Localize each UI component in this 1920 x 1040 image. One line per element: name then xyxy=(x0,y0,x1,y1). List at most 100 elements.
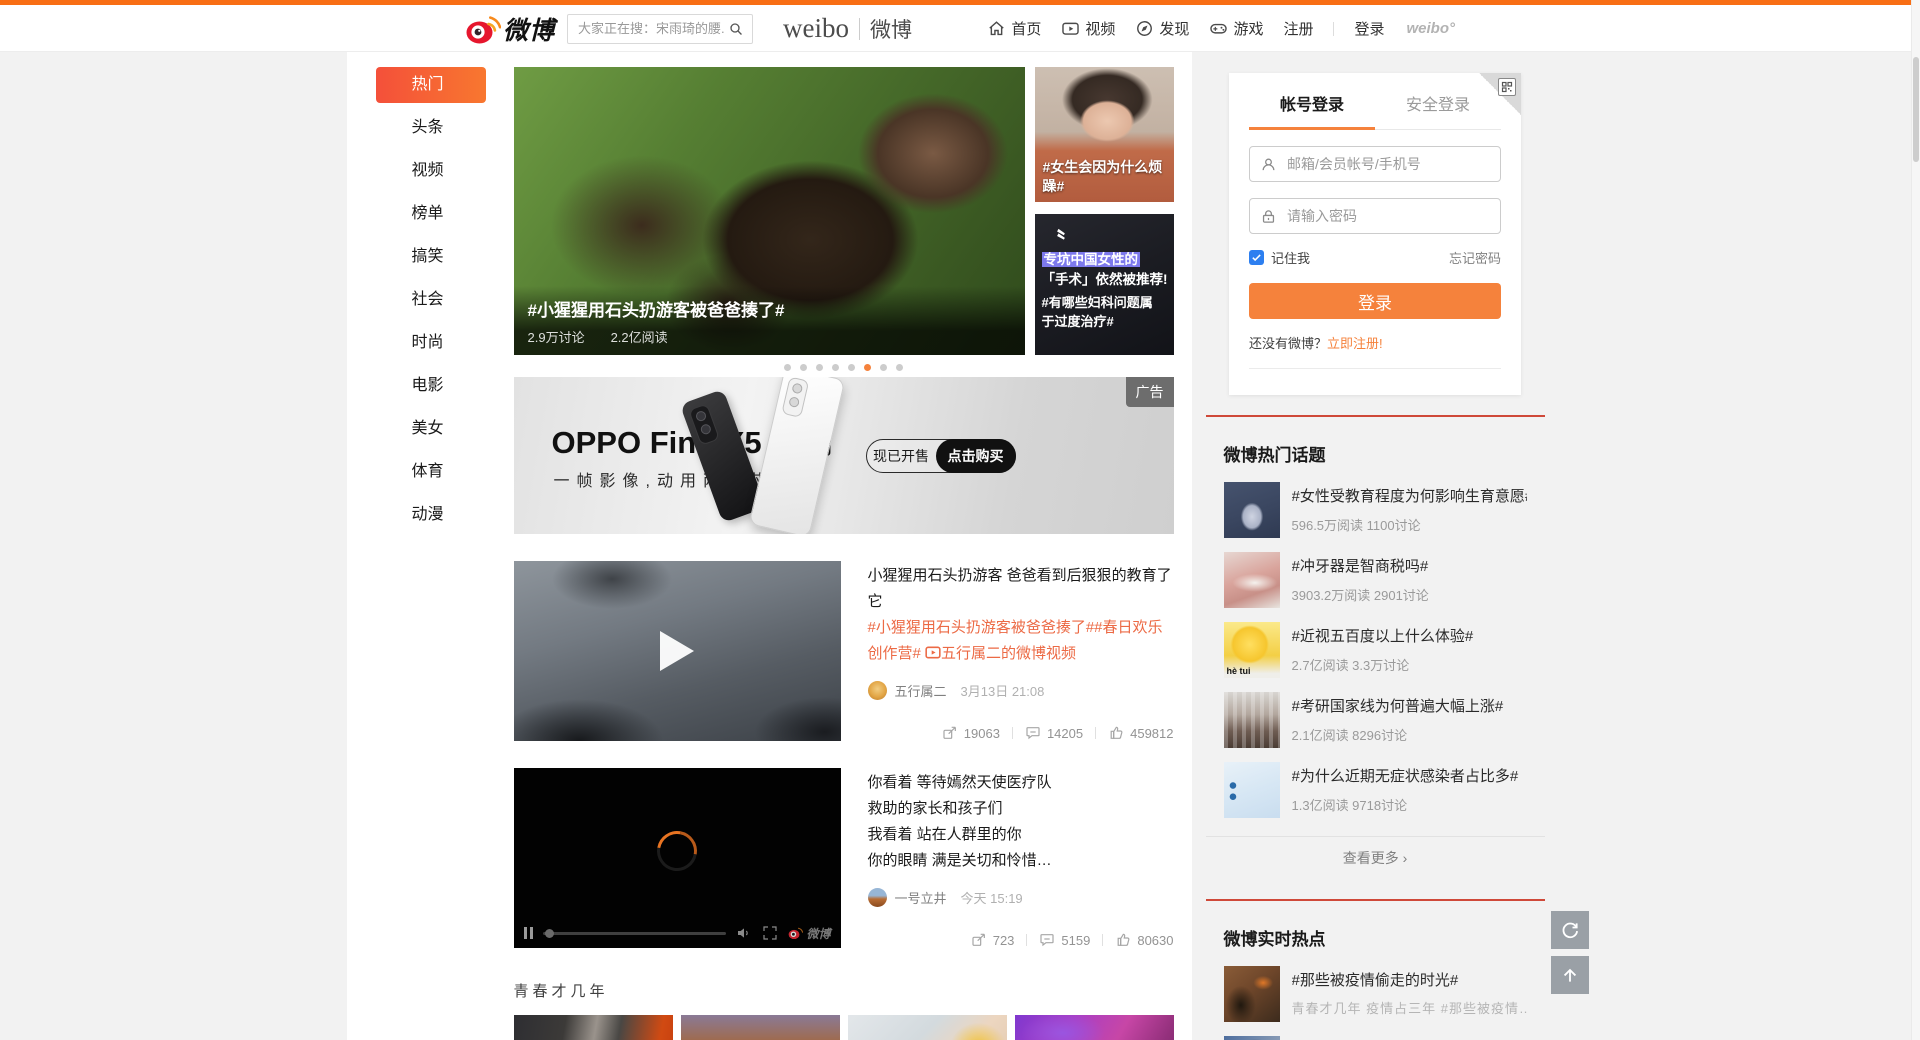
refresh-button[interactable] xyxy=(1551,911,1589,949)
topic-title[interactable]: #近视五百度以上什么体验# xyxy=(1292,625,1527,646)
carousel-dot[interactable] xyxy=(848,364,855,371)
ad-buy-button[interactable]: 点击购买 xyxy=(936,439,1016,473)
hot-topic-item-4[interactable]: #考研国家线为何普遍大幅上涨# 2.1亿阅读 8296讨论 xyxy=(1206,692,1545,748)
carousel-dot[interactable] xyxy=(832,364,839,371)
carousel-dot[interactable] xyxy=(880,364,887,371)
register-link[interactable]: 注册 xyxy=(1283,18,1313,39)
post-image[interactable] xyxy=(681,1015,840,1040)
sidebar-item-funny[interactable]: 搞笑 xyxy=(376,239,486,275)
fullscreen-icon[interactable] xyxy=(762,925,778,941)
nav-item-home[interactable]: 首页 xyxy=(987,18,1041,39)
search-input[interactable] xyxy=(568,21,728,36)
realtime-item-1[interactable]: #那些被疫情偷走的时光# 青春才几年 疫情占三年 #那些被疫情… xyxy=(1206,966,1545,1022)
account-field[interactable] xyxy=(1249,146,1501,182)
comment-stat[interactable]: 5159 xyxy=(1039,932,1090,948)
video-thumbnail-1[interactable] xyxy=(514,561,841,741)
carousel-dot[interactable] xyxy=(800,364,807,371)
login-link[interactable]: 登录 xyxy=(1354,18,1384,39)
password-field[interactable] xyxy=(1249,198,1501,234)
sidebar-item-beauty[interactable]: 美女 xyxy=(376,411,486,447)
sidebar-item-sports[interactable]: 体育 xyxy=(376,454,486,490)
like-stat[interactable]: 459812 xyxy=(1108,725,1173,741)
topic-title[interactable]: #考研国家线为何普遍大幅上涨# xyxy=(1292,695,1527,716)
post-hashtag-links[interactable]: #小猩猩用石头扔游客被爸爸揍了##春日欢乐创作营# 五行属二的微博视频 xyxy=(868,615,1174,667)
weibo-corner-brand[interactable]: weibo° xyxy=(1406,20,1455,37)
nav-label: 发现 xyxy=(1159,18,1189,39)
repost-stat[interactable]: 723 xyxy=(971,932,1015,948)
login-submit-button[interactable]: 登录 xyxy=(1249,283,1501,319)
account-input[interactable] xyxy=(1287,156,1490,172)
sidebar-item-headlines[interactable]: 头条 xyxy=(376,110,486,146)
carousel-dot[interactable] xyxy=(816,364,823,371)
see-more-link[interactable]: 查看更多 › xyxy=(1206,836,1545,879)
video-icon xyxy=(1061,19,1080,38)
video-thumbnail-2[interactable]: 微博 xyxy=(514,768,841,948)
thumbs-up-icon xyxy=(1108,725,1124,741)
hot-topic-item-3[interactable]: hè tui #近视五百度以上什么体验# 2.7亿阅读 3.3万讨论 xyxy=(1206,622,1545,678)
search-box[interactable] xyxy=(567,14,753,44)
post-image[interactable] xyxy=(514,1015,673,1040)
topic-title[interactable]: #那些被疫情偷走的时光# xyxy=(1292,969,1527,990)
progress-knob[interactable] xyxy=(545,929,554,938)
tab-account-login[interactable]: 帐号登录 xyxy=(1249,91,1375,130)
carousel-main-slide[interactable]: #小猩猩用石头扔游客被爸爸揍了# 2.9万讨论 2.2亿阅读 xyxy=(514,67,1025,355)
qr-login-corner[interactable] xyxy=(1479,73,1521,115)
progress-bar[interactable] xyxy=(543,932,727,935)
carousel-dot[interactable] xyxy=(896,364,903,371)
scrollbar-thumb[interactable] xyxy=(1913,57,1919,162)
register-now-link[interactable]: 立即注册! xyxy=(1327,336,1383,351)
weibo-logo[interactable]: 微博 xyxy=(465,11,555,47)
sidebar-item-rankings[interactable]: 榜单 xyxy=(376,196,486,232)
avatar[interactable] xyxy=(868,681,887,700)
repost-stat[interactable]: 19063 xyxy=(942,725,1000,741)
post-time: 今天 15:19 xyxy=(961,888,1023,907)
remember-me-checkbox[interactable] xyxy=(1249,250,1264,265)
password-input[interactable] xyxy=(1287,208,1490,224)
carousel-side-slide-bottom[interactable]: 〝 专坑中国女性的 「手术」依然被推荐! #有哪些妇科问题属 于过度治疗# xyxy=(1035,214,1174,355)
weibo-wordmark-center: weibo 微博 xyxy=(783,13,912,44)
topic-title[interactable]: #为什么近期无症状感染者占比多# xyxy=(1292,765,1527,786)
username[interactable]: 五行属二 xyxy=(895,681,947,700)
brand-cn: 微博 xyxy=(870,14,912,44)
video-player-bar: 微博 xyxy=(514,918,841,948)
comment-stat[interactable]: 14205 xyxy=(1025,725,1083,741)
carousel-dot[interactable] xyxy=(784,364,791,371)
ad-cta-pill[interactable]: 现已开售 点击购买 xyxy=(866,439,1016,473)
hot-topic-item-1[interactable]: #女性受教育程度为何影响生育意愿# 596.5万阅读 1100讨论 xyxy=(1206,482,1545,538)
search-icon[interactable] xyxy=(728,21,744,37)
avatar[interactable] xyxy=(868,888,887,907)
volume-icon[interactable] xyxy=(736,925,752,941)
sidebar-item-movies[interactable]: 电影 xyxy=(376,368,486,404)
username[interactable]: 一号立井 xyxy=(895,888,947,907)
topic-title[interactable]: #冲牙器是智商税吗# xyxy=(1292,555,1527,576)
post-body: 小猩猩用石头扔游客 爸爸看到后狠狠的教育了它 #小猩猩用石头扔游客被爸爸揍了##… xyxy=(868,561,1174,741)
sidebar-item-fashion[interactable]: 时尚 xyxy=(376,325,486,361)
carousel-caption: #小猩猩用石头扔游客被爸爸揍了# 2.9万讨论 2.2亿阅读 xyxy=(514,286,1025,355)
sidebar-item-society[interactable]: 社会 xyxy=(376,282,486,318)
play-icon[interactable] xyxy=(660,631,694,671)
sidebar-item-hot[interactable]: 热门 xyxy=(376,67,486,103)
remember-me-label[interactable]: 记住我 xyxy=(1271,248,1310,267)
video-link-text[interactable]: 五行属二的微博视频 xyxy=(941,645,1076,662)
topic-title[interactable]: #女性受教育程度为何影响生育意愿# xyxy=(1292,485,1527,506)
nav-item-games[interactable]: 游戏 xyxy=(1209,18,1263,39)
back-to-top-button[interactable] xyxy=(1551,956,1589,994)
forgot-password-link[interactable]: 忘记密码 xyxy=(1449,248,1501,267)
nav-item-video[interactable]: 视频 xyxy=(1061,18,1115,39)
pause-button[interactable] xyxy=(524,927,533,939)
nav-item-discover[interactable]: 发现 xyxy=(1135,18,1189,39)
repost-icon xyxy=(942,725,958,741)
post-image[interactable] xyxy=(1015,1015,1174,1040)
sidebar-item-anime[interactable]: 动漫 xyxy=(376,497,486,533)
hot-topic-item-2[interactable]: #冲牙器是智商税吗# 3903.2万阅读 2901讨论 xyxy=(1206,552,1545,608)
oppo-ad-banner[interactable]: OPPO Find X5 系列 一帧影像,动用两块芯片 现已开售 点击购买 广告 xyxy=(514,377,1174,534)
realtime-item-2[interactable]: #赵立坚称台湾如被俄制裁是咎由自… 「赵立坚称台湾如被俄制裁是咎由自取」 xyxy=(1206,1036,1545,1040)
page-scrollbar[interactable] xyxy=(1911,0,1920,1040)
carousel-title[interactable]: #小猩猩用石头扔游客被爸爸揍了# xyxy=(528,296,1011,321)
post-image[interactable] xyxy=(848,1015,1007,1040)
hot-topic-item-5[interactable]: #为什么近期无症状感染者占比多# 1.3亿阅读 9718讨论 xyxy=(1206,762,1545,818)
like-stat[interactable]: 80630 xyxy=(1115,932,1173,948)
carousel-dot-active[interactable] xyxy=(864,364,871,371)
carousel-side-slide-top[interactable]: #女生会因为什么烦躁# xyxy=(1035,67,1174,202)
sidebar-item-video[interactable]: 视频 xyxy=(376,153,486,189)
